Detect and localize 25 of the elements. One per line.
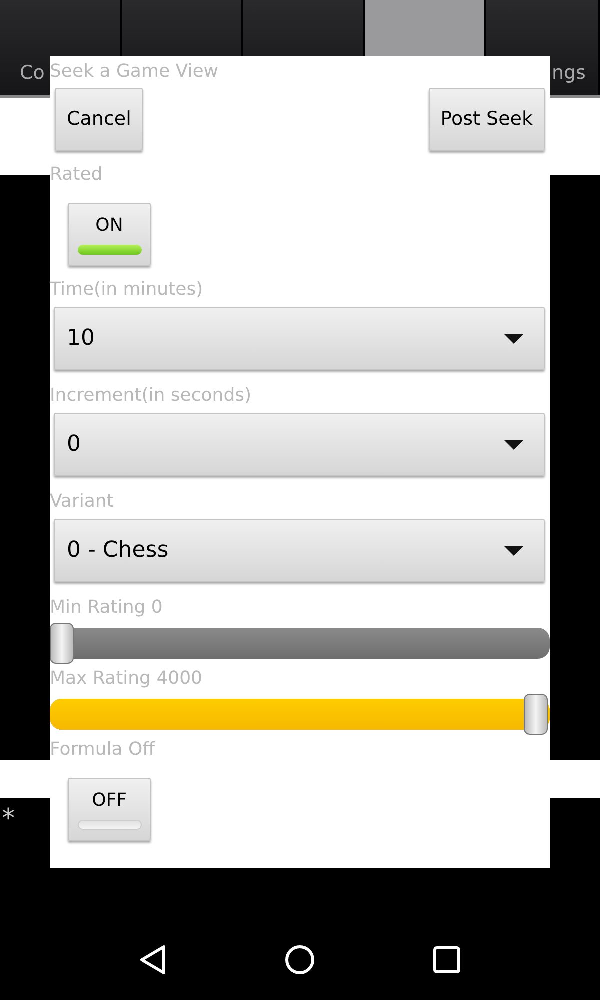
- back-icon[interactable]: [138, 945, 167, 975]
- dropdown[interactable]: 0: [54, 413, 545, 476]
- caret-icon: [504, 334, 524, 344]
- field-label: Variant: [50, 490, 114, 514]
- asterisk: *: [2, 804, 15, 834]
- field-label: Increment(in seconds): [50, 384, 252, 408]
- field-label: Min Rating 0: [50, 596, 163, 620]
- field-label: Max Rating 4000: [50, 667, 202, 691]
- caret-icon: [504, 440, 524, 450]
- dialog-button[interactable]: Post Seek: [428, 88, 545, 151]
- slider[interactable]: [50, 694, 550, 735]
- slider[interactable]: [50, 623, 550, 664]
- dropdown[interactable]: 10: [54, 307, 545, 370]
- recents-icon[interactable]: [433, 946, 462, 974]
- dialog-button[interactable]: Cancel: [55, 88, 144, 151]
- field-label: Formula Off: [50, 738, 156, 762]
- field-label: Rated: [50, 163, 103, 187]
- slider-thumb[interactable]: [524, 694, 548, 735]
- toggle-button[interactable]: OFF: [68, 778, 151, 841]
- toggle-button[interactable]: ON: [68, 203, 151, 266]
- caret-icon: [504, 546, 524, 556]
- home-icon[interactable]: [284, 944, 316, 976]
- slider-thumb[interactable]: [50, 623, 74, 664]
- field-label: Time(in minutes): [50, 278, 204, 302]
- dropdown[interactable]: 0 - Chess: [54, 519, 545, 582]
